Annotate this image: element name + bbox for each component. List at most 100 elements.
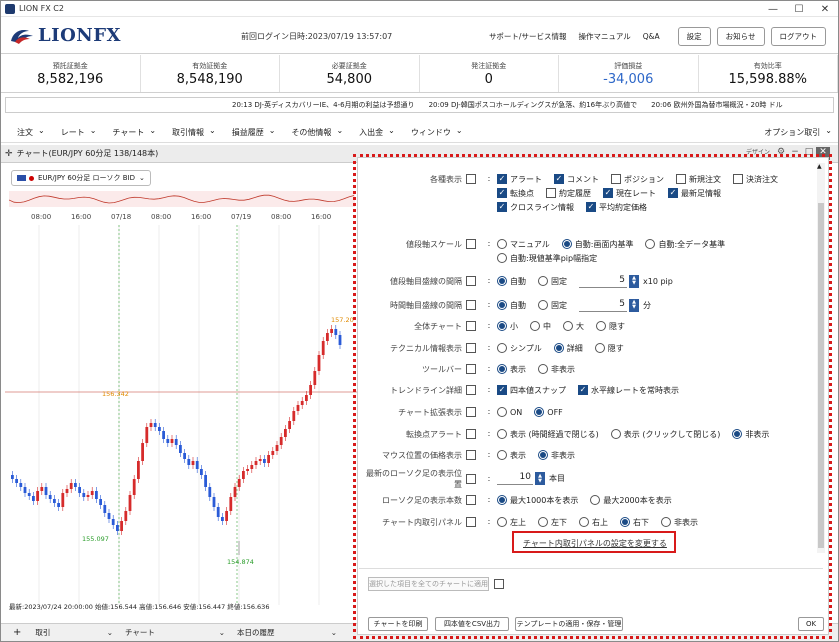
menu-option-trade[interactable]: オプション取引 (764, 127, 832, 138)
radio-icon[interactable] (497, 407, 507, 417)
menu-other-info[interactable]: その他情報 (291, 127, 343, 138)
setting-select-checkbox[interactable] (466, 450, 476, 460)
bottom-tab-trade[interactable]: + 取引 ⌄ (13, 627, 113, 638)
checkbox-icon[interactable] (497, 385, 507, 395)
option-checkbox[interactable]: 約定履歴 (546, 186, 591, 200)
setting-select-checkbox[interactable] (466, 174, 476, 184)
option-checkbox[interactable]: 現在レート (603, 186, 656, 200)
ticker-item[interactable]: 20:09 DJ-韓国ポスコホールディングスが急落、約16年ぶり高値で (429, 100, 638, 110)
option-radio[interactable]: 自動:全データ基準 (645, 237, 725, 251)
option-radio[interactable]: 表示 (497, 448, 526, 462)
menu-deposit[interactable]: 入出金 (359, 127, 395, 138)
option-checkbox[interactable]: コメント (554, 172, 599, 186)
radio-icon[interactable] (610, 429, 621, 439)
scroll-thumb[interactable] (818, 203, 824, 548)
support-link[interactable]: サポート/サービス情報 (489, 31, 567, 42)
maximize-button[interactable]: ☐ (786, 1, 812, 17)
print-chart-button[interactable]: チャートを印刷 (368, 617, 428, 631)
bottom-tab-chart[interactable]: チャート ⌄ (125, 627, 225, 638)
checkbox-icon[interactable] (554, 174, 564, 184)
menu-trade-info[interactable]: 取引情報 (172, 127, 216, 138)
radio-icon[interactable] (553, 343, 564, 353)
manual-link[interactable]: 操作マニュアル (578, 31, 630, 42)
menu-window[interactable]: ウィンドウ (411, 127, 463, 138)
option-radio[interactable]: 中 (530, 319, 551, 333)
option-checkbox[interactable]: 最新足情報 (668, 186, 721, 200)
radio-icon[interactable] (661, 517, 671, 527)
checkbox-icon[interactable] (733, 174, 743, 184)
export-csv-button[interactable]: 四本値をCSV出力 (435, 617, 509, 631)
radio-icon[interactable] (497, 253, 507, 263)
number-input[interactable]: 5 (579, 299, 627, 312)
candlestick-chart[interactable]: 156.342 155.097 154.874 157.20 (5, 225, 357, 605)
setting-select-checkbox[interactable] (466, 239, 476, 249)
radio-icon[interactable] (538, 450, 548, 460)
radio-icon[interactable] (538, 364, 548, 374)
symbol-selector[interactable]: EUR/JPY 60分足 ローソク BID ⌄ (11, 170, 151, 186)
option-radio[interactable]: 非表示 (732, 427, 769, 441)
radio-icon[interactable] (497, 364, 507, 374)
settings-scrollbar[interactable]: ▲ (817, 163, 825, 553)
option-radio[interactable]: 左上 (497, 515, 526, 529)
spinner-icon[interactable]: ▲ ▼ (535, 472, 545, 485)
option-radio[interactable]: 自動:画面内基準 (561, 237, 633, 251)
option-radio[interactable]: 自動 (497, 274, 526, 288)
option-radio[interactable]: 大 (563, 319, 584, 333)
ok-button[interactable]: OK (798, 617, 824, 631)
chart-area[interactable]: EUR/JPY 60分足 ローソク BID ⌄ 08:00 16:00 07/18 0… (5, 165, 357, 615)
radio-icon[interactable] (497, 343, 507, 353)
option-radio[interactable]: OFF (534, 405, 563, 419)
option-checkbox[interactable]: ポジション (611, 172, 664, 186)
radio-icon[interactable] (596, 321, 606, 331)
option-radio[interactable]: 固定 (538, 298, 567, 312)
checkbox-icon[interactable] (546, 188, 556, 198)
option-radio[interactable]: シンプル (497, 341, 542, 355)
option-radio[interactable]: 非表示 (538, 448, 575, 462)
radio-icon[interactable] (497, 321, 507, 331)
option-radio[interactable]: 最大1000本を表示 (497, 493, 578, 507)
ticker-item[interactable]: 20:06 欧州外国為替市場概況・20時 ドル (651, 100, 783, 110)
checkbox-icon[interactable] (578, 385, 588, 395)
radio-icon[interactable] (534, 407, 545, 417)
option-radio[interactable]: 自動:現値基準pip幅指定 (497, 251, 597, 265)
qa-link[interactable]: Q&A (643, 32, 660, 41)
radio-icon[interactable] (590, 495, 601, 505)
bottom-tab-history[interactable]: 本日の履歴 ⌄ (237, 627, 337, 638)
option-checkbox[interactable]: アラート (497, 172, 542, 186)
plus-icon[interactable]: + (13, 627, 21, 638)
option-radio[interactable]: 左下 (538, 515, 567, 529)
option-checkbox[interactable]: 新規注文 (676, 172, 721, 186)
radio-icon[interactable] (497, 450, 507, 460)
option-radio[interactable]: 最大2000本を表示 (590, 493, 672, 507)
overview-chart[interactable] (9, 191, 355, 207)
radio-icon[interactable] (497, 300, 507, 310)
setting-select-checkbox[interactable] (466, 343, 476, 353)
radio-icon[interactable] (538, 300, 548, 310)
minimize-button[interactable]: — (760, 1, 786, 17)
radio-icon[interactable] (530, 321, 540, 331)
settings-button[interactable]: 設定 (677, 27, 711, 46)
setting-select-checkbox[interactable] (466, 385, 476, 395)
spinner-icon[interactable]: ▲ ▼ (629, 274, 639, 288)
option-checkbox[interactable]: 決済注文 (733, 172, 778, 186)
radio-icon[interactable] (620, 517, 630, 527)
radio-icon[interactable] (579, 517, 589, 527)
checkbox-icon[interactable] (497, 188, 507, 198)
option-checkbox[interactable]: 平均約定価格 (586, 200, 647, 214)
radio-icon[interactable] (563, 321, 573, 331)
radio-icon[interactable] (497, 429, 507, 439)
apply-all-checkbox[interactable] (494, 579, 504, 589)
notice-button[interactable]: お知らせ (716, 27, 765, 46)
trade-panel-settings-link[interactable]: チャート内取引パネルの設定を変更する (523, 538, 667, 549)
option-checkbox[interactable]: クロスライン情報 (497, 200, 574, 214)
setting-select-checkbox[interactable] (466, 321, 476, 331)
option-radio[interactable]: 非表示 (661, 515, 698, 529)
checkbox-icon[interactable] (603, 188, 613, 198)
checkbox-icon[interactable] (611, 174, 621, 184)
number-input[interactable]: 10 (497, 472, 533, 485)
option-radio[interactable]: 隠す (596, 319, 625, 333)
radio-icon[interactable] (497, 276, 507, 286)
radio-icon[interactable] (497, 239, 507, 249)
option-radio[interactable]: 表示 (497, 362, 526, 376)
move-icon[interactable]: ✛ (5, 149, 13, 159)
